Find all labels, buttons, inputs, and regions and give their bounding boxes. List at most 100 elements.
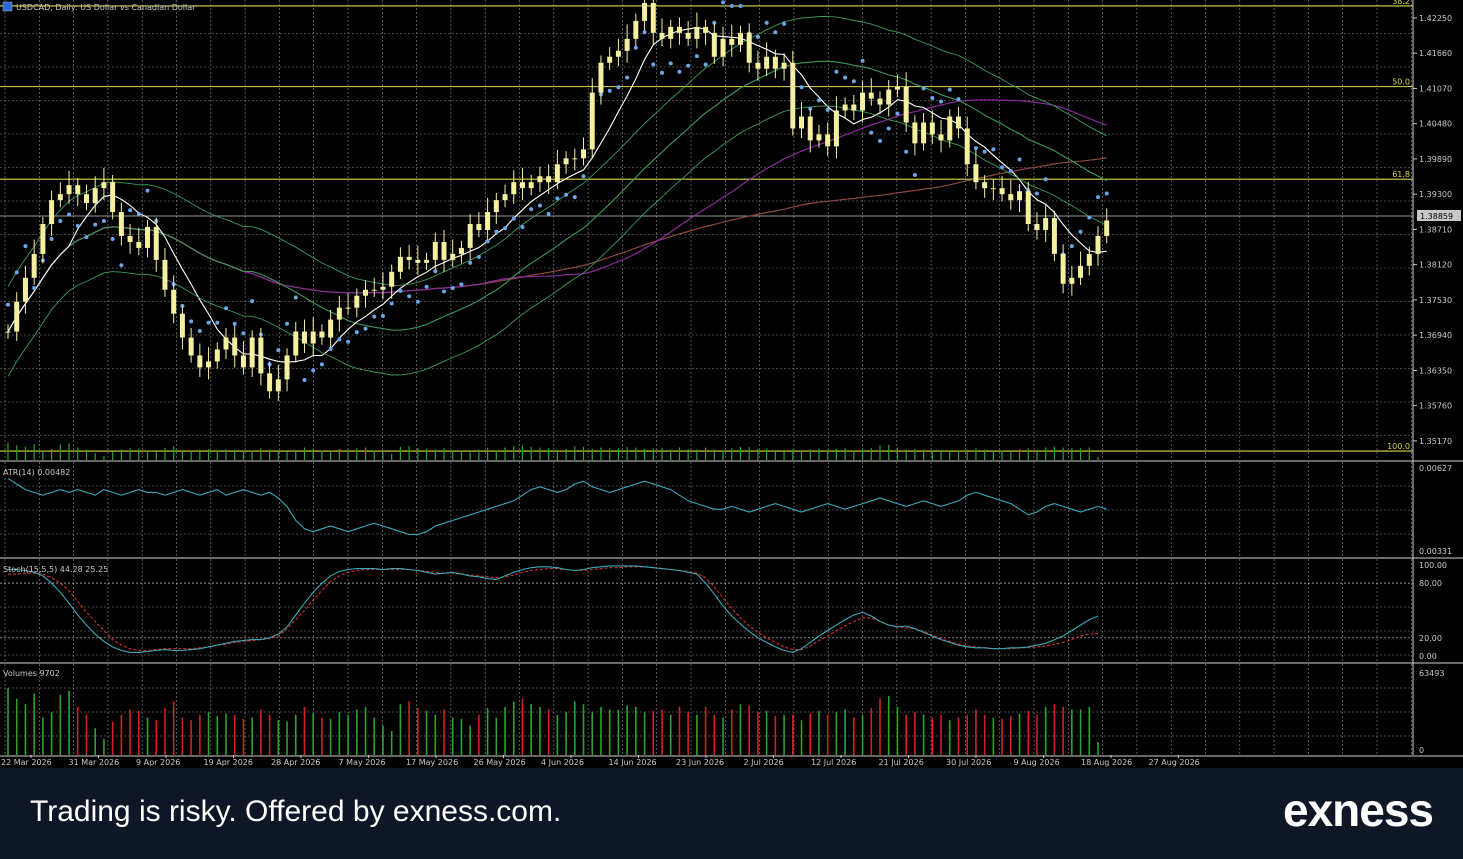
psar-dot bbox=[982, 149, 987, 154]
psar-dot bbox=[494, 229, 499, 234]
psar-dot bbox=[912, 173, 917, 178]
candle-body bbox=[816, 134, 822, 141]
psar-dot bbox=[363, 326, 368, 331]
psar-dot bbox=[703, 62, 708, 67]
candle-body bbox=[75, 185, 81, 195]
candle-body bbox=[450, 253, 456, 260]
psar-dot bbox=[834, 69, 839, 74]
psar-dot bbox=[694, 54, 699, 59]
candle-body bbox=[31, 253, 37, 278]
current-price-label: 1.38859 bbox=[1420, 212, 1453, 221]
candle-body bbox=[711, 32, 717, 57]
price-tick-label: 1.38710 bbox=[1419, 225, 1452, 234]
psar-dot bbox=[206, 320, 211, 325]
candle-body bbox=[267, 373, 273, 392]
psar-dot bbox=[1000, 165, 1005, 170]
candle-body bbox=[1078, 265, 1084, 278]
candle-body bbox=[57, 194, 63, 201]
candle-body bbox=[1034, 224, 1040, 230]
psar-dot bbox=[450, 285, 455, 290]
indicator-overlays bbox=[6, 0, 1109, 382]
psar-dot bbox=[633, 45, 638, 50]
candle-body bbox=[886, 89, 892, 105]
exness-logo[interactable]: exness bbox=[1283, 784, 1434, 836]
candle-body bbox=[790, 62, 796, 129]
trading-chart[interactable]: 38.250.061.8100.0 1.422501.416601.410701… bbox=[0, 0, 1463, 768]
fib-level-label: 38.2 bbox=[1392, 0, 1410, 6]
candle-body bbox=[319, 331, 325, 338]
candle-body bbox=[921, 122, 927, 144]
candle-body bbox=[650, 2, 656, 33]
price-tick-label: 1.36350 bbox=[1419, 366, 1452, 375]
psar-dot bbox=[1096, 195, 1100, 200]
candle-body bbox=[424, 259, 430, 263]
price-axis: 1.42250 1.41660 1.41070 1.40480 1.39890 1.393… bbox=[1413, 14, 1452, 755]
candle-body bbox=[476, 224, 482, 230]
stoch-title: Stoch(15,5,5) 44.28 25.25 bbox=[3, 565, 108, 574]
psar-dot bbox=[6, 302, 10, 307]
psar-dot bbox=[380, 314, 385, 319]
psar-dot bbox=[895, 111, 900, 116]
psar-dot bbox=[886, 126, 891, 131]
time-tick-label: 9 Apr 2026 bbox=[136, 758, 180, 767]
candle-body bbox=[572, 158, 578, 160]
candle-body bbox=[546, 176, 552, 183]
price-tick-label: 1.36940 bbox=[1419, 331, 1452, 340]
psar-dot bbox=[67, 212, 72, 217]
psar-dot bbox=[607, 88, 612, 93]
psar-dot bbox=[1087, 215, 1092, 220]
candle-body bbox=[92, 188, 98, 204]
candle-body bbox=[1104, 220, 1110, 236]
candle-body bbox=[964, 128, 970, 165]
candle-body bbox=[40, 224, 46, 254]
candle-body bbox=[197, 355, 203, 368]
candle-body bbox=[380, 286, 386, 290]
psar-dot bbox=[311, 368, 316, 373]
candle-body bbox=[868, 92, 874, 99]
candle-body bbox=[5, 331, 11, 333]
footer-banner: Trading is risky. Offered by exness.com.… bbox=[0, 768, 1463, 859]
candle-body bbox=[66, 185, 72, 195]
psar-dot bbox=[276, 348, 281, 353]
candle-body bbox=[441, 241, 447, 260]
candle-body bbox=[354, 295, 360, 308]
psar-dot bbox=[520, 225, 525, 230]
atr-line bbox=[7, 477, 1107, 536]
candle-body bbox=[363, 289, 369, 296]
candle-body bbox=[755, 62, 761, 69]
psar-dot bbox=[668, 61, 673, 66]
candle-body bbox=[947, 116, 953, 141]
candle-body bbox=[232, 337, 238, 356]
price-tick-label: 1.35760 bbox=[1419, 402, 1452, 411]
candle-body bbox=[162, 259, 168, 290]
psar-dot bbox=[1034, 191, 1039, 196]
time-tick-label: 18 Aug 2026 bbox=[1081, 758, 1132, 767]
price-tick-label: 1.41660 bbox=[1419, 49, 1452, 58]
psar-dot bbox=[581, 174, 586, 179]
candle-body bbox=[642, 2, 648, 21]
candle-body bbox=[328, 319, 334, 338]
psar-dot bbox=[1008, 168, 1013, 173]
price-tick-label: 1.42250 bbox=[1419, 14, 1452, 23]
candle-body bbox=[458, 247, 464, 254]
time-tick-label: 19 Apr 2026 bbox=[204, 758, 253, 767]
psar-dot bbox=[555, 196, 560, 201]
psar-dot bbox=[738, 3, 743, 8]
psar-dot bbox=[904, 149, 909, 154]
stoch-tick-label: 20.00 bbox=[1419, 634, 1442, 643]
time-tick-label: 2 Jul 2026 bbox=[744, 758, 784, 767]
psar-dot bbox=[851, 79, 856, 84]
candle-body bbox=[589, 92, 595, 150]
candle-body bbox=[668, 26, 674, 39]
stoch-tick-label: 100.00 bbox=[1419, 561, 1447, 570]
psar-dot bbox=[660, 70, 664, 75]
candle-body bbox=[127, 235, 133, 242]
psar-dot bbox=[564, 192, 569, 197]
psar-dot bbox=[337, 337, 342, 342]
atr-tick-label: 0.00627 bbox=[1419, 464, 1452, 473]
psar-dot bbox=[503, 226, 508, 231]
psar-dot bbox=[346, 339, 351, 344]
psar-dot bbox=[485, 239, 490, 244]
volumes-title: Volumes 9702 bbox=[3, 669, 60, 678]
psar-dot bbox=[755, 35, 760, 40]
